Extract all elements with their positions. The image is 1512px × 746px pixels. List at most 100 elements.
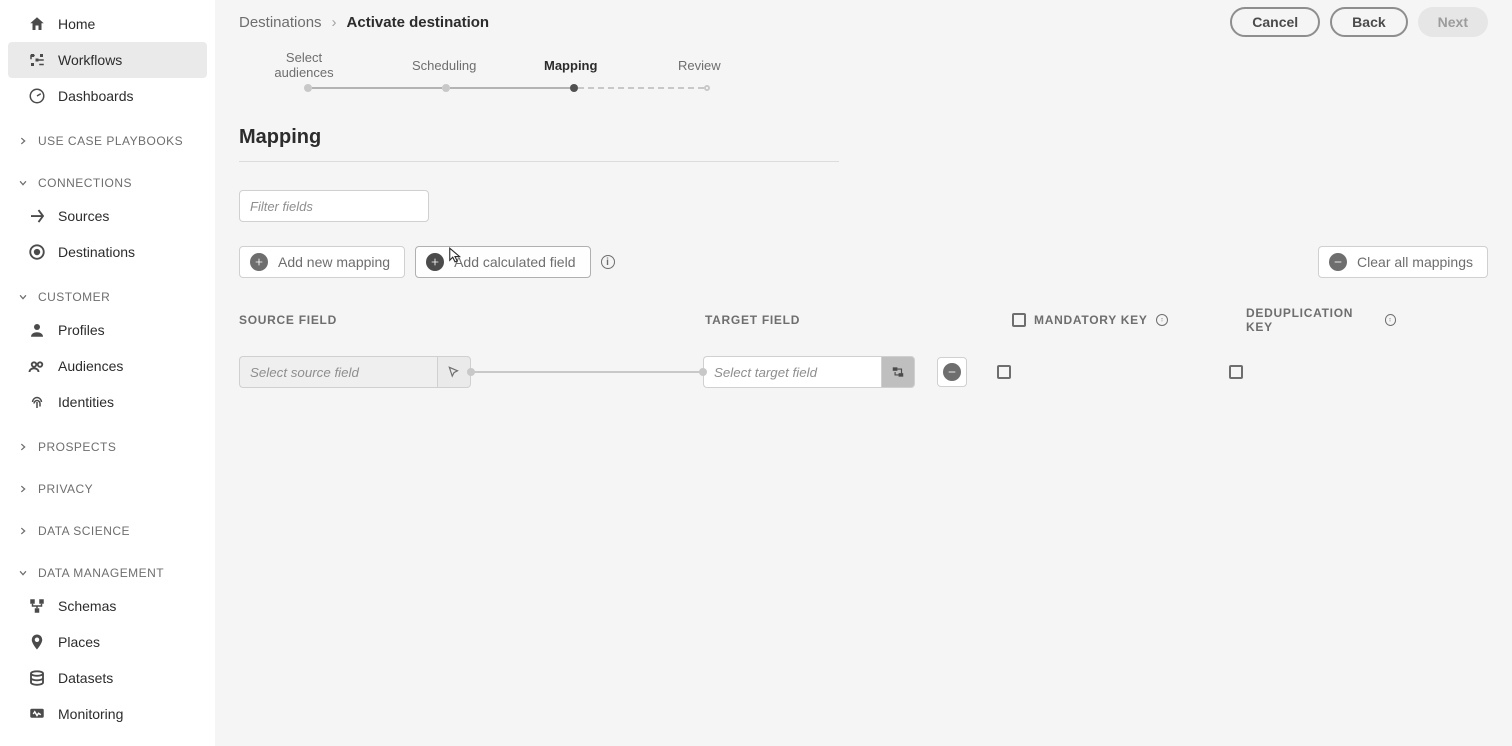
sidebar-section-privacy[interactable]: Privacy	[0, 474, 215, 504]
sidebar-item-label: Identities	[58, 394, 114, 410]
sidebar-section-label: Use Case Playbooks	[38, 134, 183, 148]
source-field-select-button[interactable]	[437, 356, 471, 388]
chevron-right-icon	[16, 482, 30, 496]
sidebar-section-datasci[interactable]: Data Science	[0, 516, 215, 546]
sidebar-section-label: Privacy	[38, 482, 93, 496]
sources-icon	[28, 207, 46, 225]
target-field-select-button[interactable]	[881, 356, 915, 388]
step-node-future	[704, 85, 710, 91]
sidebar-section-label: Customer	[38, 290, 110, 304]
sidebar-item-label: Datasets	[58, 670, 113, 686]
chevron-right-icon	[16, 440, 30, 454]
divider	[239, 161, 839, 162]
back-button[interactable]: Back	[1330, 7, 1407, 37]
step-node-complete	[442, 84, 450, 92]
target-field-picker	[703, 356, 915, 388]
add-new-mapping-button[interactable]: Add new mapping	[239, 246, 405, 278]
button-label: Add calculated field	[454, 254, 575, 270]
gauge-icon	[28, 87, 46, 105]
remove-mapping-button[interactable]	[937, 357, 967, 387]
sidebar-item-workflows[interactable]: Workflows	[8, 42, 207, 78]
sidebar-item-dashboards[interactable]: Dashboards	[0, 78, 215, 114]
filter-fields-input[interactable]	[239, 190, 429, 222]
topbar: Destinations › Activate destination Canc…	[215, 0, 1512, 44]
col-header-dedup: Deduplication Key	[1246, 306, 1377, 334]
fingerprint-icon	[28, 393, 46, 411]
cancel-button[interactable]: Cancel	[1230, 7, 1320, 37]
sidebar-item-label: Schemas	[58, 598, 116, 614]
sidebar-item-label: Sources	[58, 208, 109, 224]
sidebar-item-identities[interactable]: Identities	[0, 384, 215, 420]
sidebar-item-label: Workflows	[58, 52, 122, 68]
datasets-icon	[28, 669, 46, 687]
sidebar-section-connections[interactable]: Connections	[0, 168, 215, 198]
table-header: Source Field Target Field Mandatory Key …	[239, 306, 1488, 334]
sidebar-section-label: Prospects	[38, 440, 116, 454]
sidebar-item-label: Monitoring	[58, 706, 123, 722]
button-label: Clear all mappings	[1357, 254, 1473, 270]
breadcrumb-root[interactable]: Destinations	[239, 14, 322, 31]
mandatory-master-checkbox[interactable]	[1012, 313, 1026, 327]
sidebar-section-label: Data Management	[38, 566, 164, 580]
chevron-right-icon	[16, 524, 30, 538]
sidebar-item-destinations[interactable]: Destinations	[0, 234, 215, 270]
sidebar-item-audiences[interactable]: Audiences	[0, 348, 215, 384]
sidebar-item-label: Places	[58, 634, 100, 650]
info-icon[interactable]	[1156, 314, 1168, 326]
button-label: Add new mapping	[278, 254, 390, 270]
sidebar-item-label: Home	[58, 16, 95, 32]
breadcrumb-current: Activate destination	[347, 14, 490, 31]
col-header-source: Source Field	[239, 313, 705, 327]
sidebar-item-profiles[interactable]: Profiles	[0, 312, 215, 348]
chevron-down-icon	[16, 566, 30, 580]
chevron-down-icon	[16, 290, 30, 304]
sidebar-section-datamgmt[interactable]: Data Management	[0, 558, 215, 588]
main: Destinations › Activate destination Canc…	[215, 0, 1512, 746]
sidebar-item-label: Destinations	[58, 244, 135, 260]
monitoring-icon	[28, 705, 46, 723]
sidebar-item-datasets[interactable]: Datasets	[0, 660, 215, 696]
next-button: Next	[1418, 7, 1488, 37]
sidebar-item-monitoring[interactable]: Monitoring	[0, 696, 215, 732]
clear-all-mappings-button[interactable]: Clear all mappings	[1318, 246, 1488, 278]
col-header-mandatory: Mandatory Key	[1034, 313, 1148, 327]
plus-circle-icon	[426, 253, 444, 271]
sidebar-item-schemas[interactable]: Schemas	[0, 588, 215, 624]
bracket-icon	[28, 51, 46, 69]
step-label: Scheduling	[412, 58, 476, 73]
add-calculated-field-button[interactable]: Add calculated field	[415, 246, 590, 278]
content: Mapping Add new mapping Add calculated f…	[215, 112, 1512, 746]
stepper: Select audiences Scheduling Mapping Revi…	[215, 44, 1512, 112]
info-icon[interactable]: i	[601, 255, 615, 269]
toolbar: Add new mapping Add calculated field i C…	[239, 246, 1488, 278]
source-field-input[interactable]	[239, 356, 437, 388]
sidebar-item-label: Profiles	[58, 322, 105, 338]
sidebar-section-prospects[interactable]: Prospects	[0, 432, 215, 462]
step-label: Review	[678, 58, 721, 73]
mapping-connector	[471, 371, 703, 373]
chevron-down-icon	[16, 176, 30, 190]
profile-icon	[28, 321, 46, 339]
col-header-target: Target Field	[705, 313, 1012, 327]
info-icon[interactable]	[1385, 314, 1396, 326]
sidebar-section-label: Connections	[38, 176, 132, 190]
minus-circle-icon	[1329, 253, 1347, 271]
page-title: Mapping	[239, 126, 1488, 149]
target-field-input[interactable]	[703, 356, 881, 388]
mapping-row	[239, 356, 1488, 388]
dedup-checkbox[interactable]	[1229, 365, 1243, 379]
breadcrumb: Destinations › Activate destination	[239, 14, 489, 31]
sidebar-section-label: Data Science	[38, 524, 130, 538]
step-label: Mapping	[544, 58, 597, 73]
source-field-picker	[239, 356, 471, 388]
mandatory-checkbox[interactable]	[997, 365, 1011, 379]
sidebar-item-sources[interactable]: Sources	[0, 198, 215, 234]
sidebar-section-usecase[interactable]: Use Case Playbooks	[0, 126, 215, 156]
sidebar-item-places[interactable]: Places	[0, 624, 215, 660]
step-node-current	[570, 84, 578, 92]
sidebar-item-label: Dashboards	[58, 88, 134, 104]
sidebar-section-customer[interactable]: Customer	[0, 282, 215, 312]
plus-circle-icon	[250, 253, 268, 271]
sidebar-item-home[interactable]: Home	[0, 6, 215, 42]
schema-icon	[28, 597, 46, 615]
